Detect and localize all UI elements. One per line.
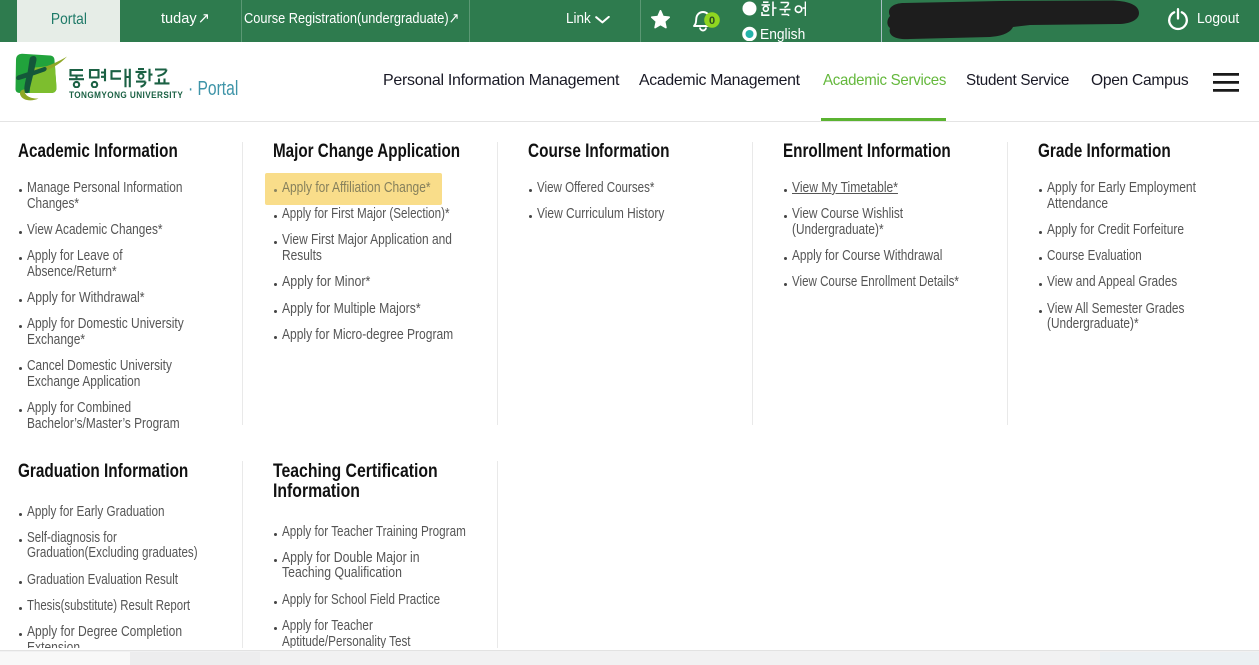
svg-text:0: 0 xyxy=(708,15,714,27)
